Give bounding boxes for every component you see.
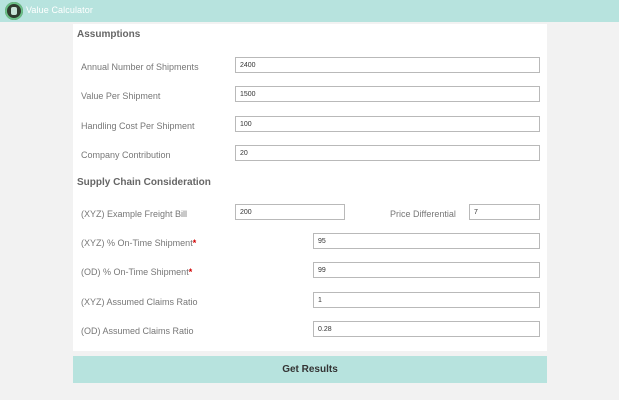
label-xyz-example-freight-bill: (XYZ) Example Freight Bill xyxy=(81,209,188,219)
annual-number-of-shipments-input[interactable] xyxy=(235,57,540,73)
label-text: (OD) % On-Time Shipment xyxy=(81,267,189,277)
label-od-on-time-shipment: (OD) % On-Time Shipment* xyxy=(81,267,192,277)
required-asterisk: * xyxy=(192,238,197,248)
xyz-assumed-claims-ratio-input[interactable] xyxy=(313,292,540,308)
label-company-contribution: Company Contribution xyxy=(81,150,171,160)
xyz-example-freight-bill-input[interactable] xyxy=(235,204,345,220)
get-results-button[interactable]: Get Results xyxy=(73,356,547,383)
label-text: (XYZ) % On-Time Shipment xyxy=(81,238,193,248)
section-title-assumptions: Assumptions xyxy=(77,29,141,40)
company-contribution-input[interactable] xyxy=(235,145,540,161)
od-on-time-shipment-input[interactable] xyxy=(313,262,540,278)
required-asterisk: * xyxy=(188,267,193,277)
app-title: Value Calculator xyxy=(26,5,93,15)
value-per-shipment-input[interactable] xyxy=(235,86,540,102)
xyz-on-time-shipment-input[interactable] xyxy=(313,233,540,249)
label-annual-number-of-shipments: Annual Number of Shipments xyxy=(81,62,199,72)
label-value-per-shipment: Value Per Shipment xyxy=(81,91,161,101)
price-differential-input[interactable] xyxy=(469,204,540,220)
label-handling-cost-per-shipment: Handling Cost Per Shipment xyxy=(81,121,195,131)
section-title-supply-chain: Supply Chain Consideration xyxy=(77,177,211,188)
logo-icon xyxy=(5,2,23,20)
top-bar: Value Calculator xyxy=(0,0,619,22)
label-xyz-on-time-shipment: (XYZ) % On-Time Shipment* xyxy=(81,238,196,248)
label-price-differential: Price Differential xyxy=(390,209,456,219)
label-od-assumed-claims-ratio: (OD) Assumed Claims Ratio xyxy=(81,326,194,336)
label-xyz-assumed-claims-ratio: (XYZ) Assumed Claims Ratio xyxy=(81,297,198,307)
handling-cost-per-shipment-input[interactable] xyxy=(235,116,540,132)
od-assumed-claims-ratio-input[interactable] xyxy=(313,321,540,337)
